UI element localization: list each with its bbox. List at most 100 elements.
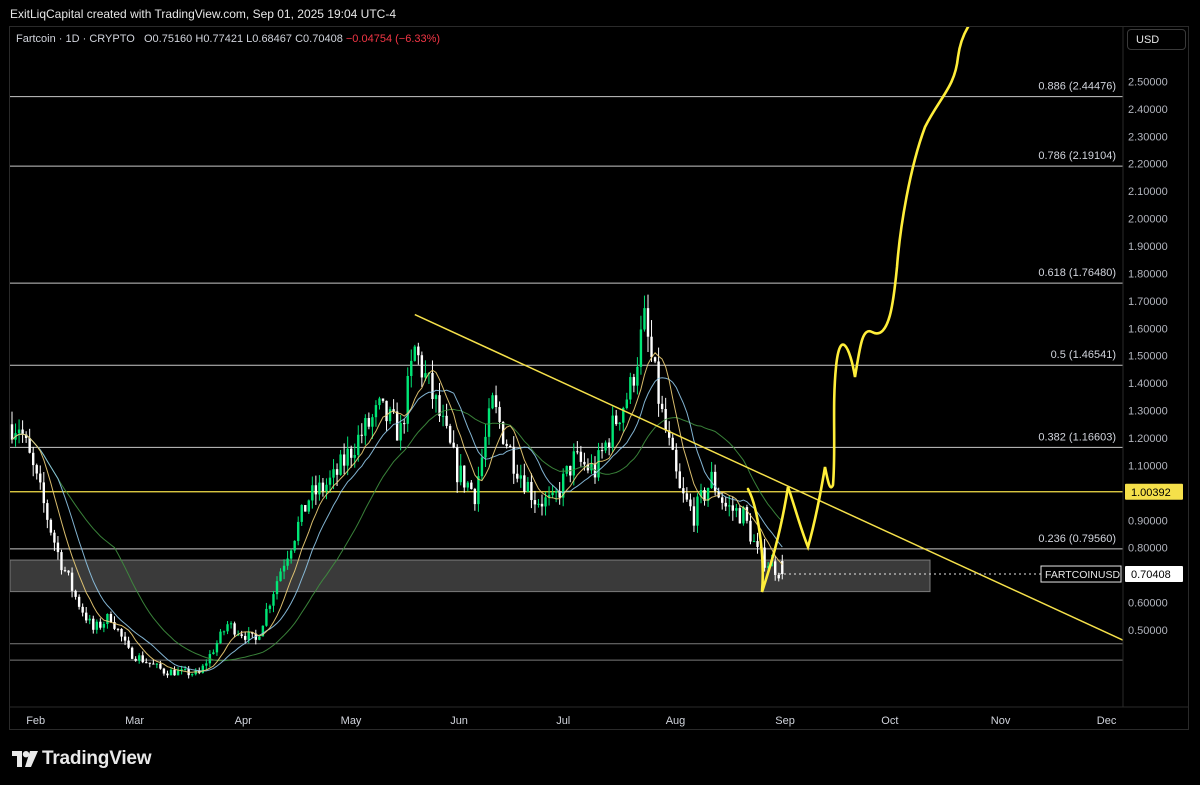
candle-body <box>417 346 420 356</box>
candle <box>540 494 544 516</box>
candle <box>46 499 49 529</box>
legend-high: 0.77421 <box>203 33 244 45</box>
candle-body <box>286 558 289 566</box>
candle-body <box>240 634 243 636</box>
candle-body <box>657 361 660 404</box>
candle-body <box>229 623 233 625</box>
key-level-tag-label: 1.00392 <box>1131 487 1171 499</box>
candle-body <box>406 375 409 424</box>
candle <box>74 589 77 600</box>
candle <box>226 621 229 635</box>
candle <box>607 438 611 456</box>
candle <box>487 398 491 445</box>
candle-body <box>629 377 632 400</box>
candle <box>222 630 226 636</box>
candle-body <box>583 461 586 465</box>
candle <box>138 653 141 664</box>
candle-body <box>244 635 247 640</box>
price-tick-label: 1.40000 <box>1128 378 1168 390</box>
candle <box>420 351 424 388</box>
candle-body <box>420 355 424 378</box>
candle-body <box>314 485 318 495</box>
candle <box>470 479 473 490</box>
candle-body <box>219 631 222 644</box>
candle-body <box>201 665 204 673</box>
candle <box>293 540 296 553</box>
candle-body <box>530 481 533 501</box>
candle <box>339 449 342 476</box>
candle <box>484 424 487 467</box>
candle-body <box>512 446 515 474</box>
candle-body <box>413 346 416 361</box>
candle <box>671 433 674 451</box>
candle <box>519 464 522 488</box>
candle-body <box>459 465 462 483</box>
candle-body <box>152 663 155 665</box>
currency-button[interactable]: USD <box>1127 29 1186 50</box>
candle-body <box>441 415 445 417</box>
candle-body <box>639 329 643 367</box>
projection-path <box>746 27 970 593</box>
candle-body <box>159 663 162 669</box>
candle <box>374 400 378 427</box>
candle-body <box>130 647 134 659</box>
candle <box>297 516 300 546</box>
candle <box>130 646 134 660</box>
legend-open: 0.75160 <box>152 33 193 45</box>
plot-area <box>10 27 1123 679</box>
tradingview-logo[interactable]: TradingView <box>12 748 152 770</box>
candle-body <box>222 631 226 633</box>
candle <box>53 529 56 552</box>
candle-body <box>183 668 187 670</box>
fib-level-label: 0.236 (0.79560) <box>1038 533 1116 545</box>
candle-body <box>724 502 727 507</box>
candle <box>696 493 699 533</box>
candle-body <box>335 469 339 475</box>
candle <box>233 621 236 638</box>
candle <box>682 477 685 503</box>
candle <box>42 472 45 513</box>
candle-body <box>590 463 593 471</box>
price-chart[interactable]: 0.236 (0.79560) 0.382 (1.16603) 0.5 (1.465… <box>10 27 1189 730</box>
candle-body <box>494 395 498 408</box>
candle-body <box>205 663 208 666</box>
candle <box>134 656 137 662</box>
candle <box>300 504 303 526</box>
candle <box>191 673 194 677</box>
candle <box>713 464 717 496</box>
candle-body <box>473 488 477 505</box>
candle <box>406 367 409 432</box>
candle <box>417 342 420 365</box>
candle <box>367 412 371 430</box>
candle <box>28 428 31 454</box>
candle-body <box>141 655 144 663</box>
candle <box>229 621 233 629</box>
candle-body <box>756 541 759 547</box>
price-tick-label: 1.80000 <box>1128 268 1168 280</box>
fib-level-label: 0.5 (1.46541) <box>1051 349 1116 361</box>
candle-body <box>109 613 113 623</box>
candle-body <box>533 500 537 505</box>
chart-panel[interactable]: 0.236 (0.79560) 0.382 (1.16603) 0.5 (1.465… <box>9 26 1189 730</box>
time-tick-label: Aug <box>666 715 686 727</box>
candle <box>498 401 501 429</box>
candle-body <box>579 451 583 462</box>
candle <box>689 493 692 511</box>
candle-body <box>745 507 749 521</box>
time-tick-label: Mar <box>125 715 144 727</box>
candle-body <box>516 473 519 479</box>
candle <box>166 670 169 678</box>
candle-body <box>752 541 756 543</box>
candle <box>360 423 363 444</box>
candle-body <box>116 628 120 630</box>
candle-body <box>275 581 279 595</box>
candle <box>735 503 738 518</box>
candle-body <box>491 395 494 409</box>
fib-level-label: 0.382 (1.16603) <box>1038 431 1116 443</box>
candle-body <box>102 623 106 628</box>
candle <box>350 445 353 468</box>
candle <box>660 395 664 413</box>
candle-body <box>636 366 639 386</box>
candle-body <box>607 442 611 448</box>
top-bar: ExitLiqCapital created with TradingView.… <box>0 0 1200 26</box>
